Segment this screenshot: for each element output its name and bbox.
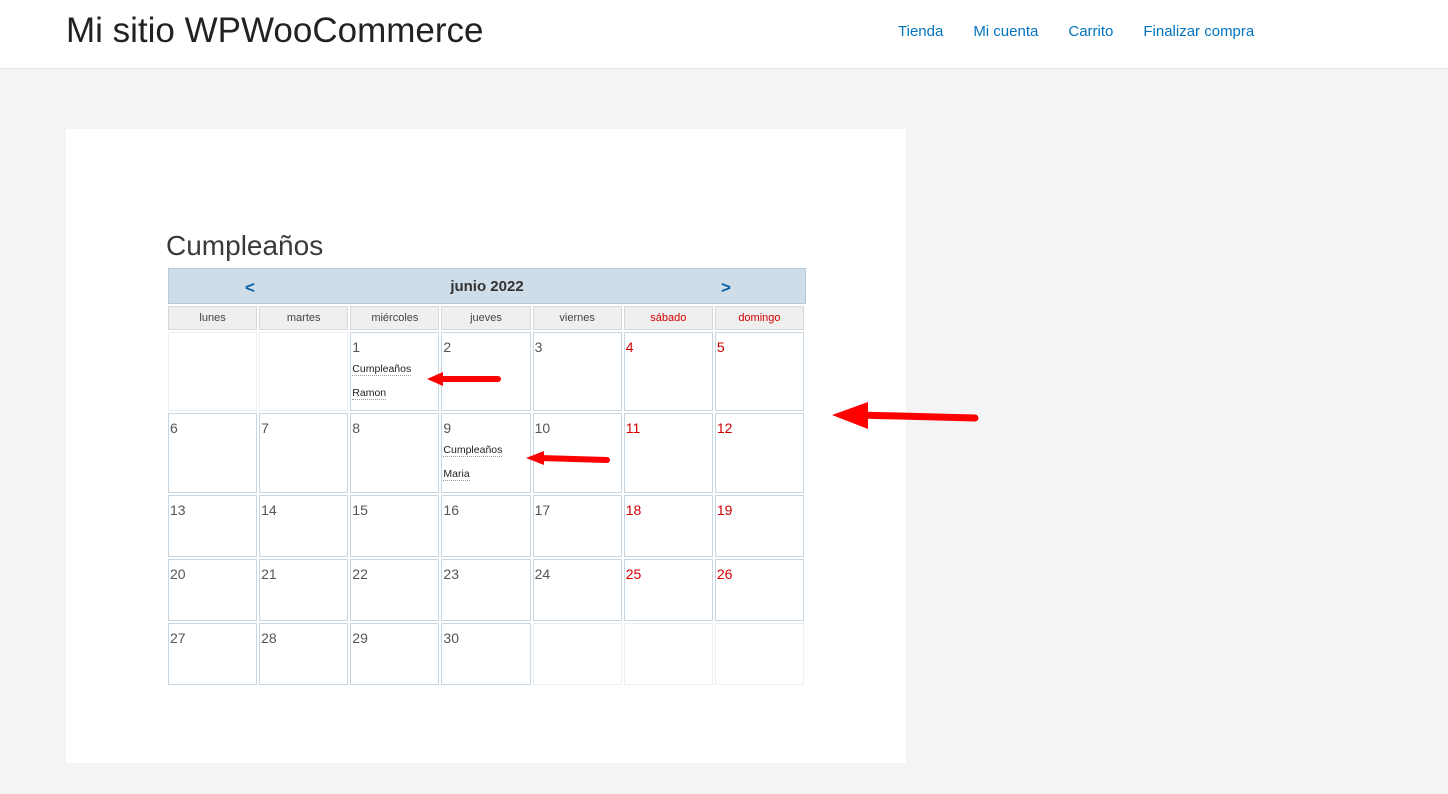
site-title[interactable]: Mi sitio WPWooCommerce: [66, 11, 483, 51]
day-number: 18: [625, 502, 642, 518]
weekday-header: viernes: [532, 306, 622, 330]
calendar-week-row: 27 28 29 30: [168, 623, 804, 685]
day-number: 13: [170, 502, 186, 518]
day-number: 21: [261, 566, 277, 582]
weekday-header: lunes: [168, 306, 258, 330]
day-cell: 30: [441, 623, 531, 685]
day-cell: 18: [623, 495, 713, 557]
calendar-week-row: 6 7 8 9 Cumpleaños Maria 10 11 12: [168, 413, 804, 493]
nav-tienda[interactable]: Tienda: [898, 23, 943, 43]
day-number: 11: [625, 420, 641, 436]
day-cell: 27: [168, 623, 258, 685]
day-number: 1: [352, 339, 361, 355]
day-number: 3: [534, 339, 543, 355]
weekday-header: miércoles: [350, 306, 440, 330]
day-cell: 11: [623, 413, 713, 493]
day-number: 7: [261, 420, 269, 436]
day-number: 12: [716, 420, 733, 436]
day-cell: 29: [350, 623, 440, 685]
empty-day-cell: [259, 332, 349, 411]
nav-carrito[interactable]: Carrito: [1068, 23, 1113, 43]
day-cell: 28: [259, 623, 349, 685]
day-cell: 3: [532, 332, 622, 411]
day-number: 25: [625, 566, 642, 582]
day-number: 26: [716, 566, 733, 582]
annotation-arrow-icon: [526, 451, 610, 465]
weekday-row: lunes martes miércoles jueves viernes sá…: [168, 306, 804, 330]
day-number: 4: [625, 339, 634, 355]
annotation-arrow-icon: [427, 372, 501, 386]
calendar-grid: lunes martes miércoles jueves viernes sá…: [166, 304, 806, 687]
day-cell: 5: [714, 332, 804, 411]
weekday-header: sábado: [623, 306, 713, 330]
empty-day-cell: [623, 623, 713, 685]
day-number: 29: [352, 630, 368, 646]
day-number: 17: [534, 502, 551, 518]
calendar-week-row: 13 14 15 16 17 18 19: [168, 495, 804, 557]
day-number: 14: [261, 502, 277, 518]
calendar-month: junio 2022: [450, 278, 524, 295]
day-cell: 15: [350, 495, 440, 557]
day-cell: 12: [714, 413, 804, 493]
calendar-week-row: 20 21 22 23 24 25 26: [168, 559, 804, 621]
day-cell: 8: [350, 413, 440, 493]
weekday-header: jueves: [441, 306, 531, 330]
day-cell: 20: [168, 559, 258, 621]
day-number: 28: [261, 630, 277, 646]
empty-day-cell: [714, 623, 804, 685]
day-cell: 14: [259, 495, 349, 557]
content-card: Cumpleaños junio 2022 < > lunes martes m…: [66, 129, 906, 763]
day-number: 19: [716, 502, 733, 518]
day-cell: 13: [168, 495, 258, 557]
day-number: 30: [443, 630, 459, 646]
day-number: 22: [352, 566, 368, 582]
nav-finalizar-compra[interactable]: Finalizar compra: [1143, 23, 1254, 43]
day-number: 10: [534, 420, 551, 436]
page-title: Cumpleaños: [166, 229, 324, 261]
day-number: 16: [443, 502, 459, 518]
day-cell: 21: [259, 559, 349, 621]
day-cell: 7: [259, 413, 349, 493]
day-number: 5: [716, 339, 725, 355]
empty-day-cell: [532, 623, 622, 685]
day-cell: 26: [714, 559, 804, 621]
day-number: 15: [352, 502, 368, 518]
day-cell: 6: [168, 413, 258, 493]
calendar-header: junio 2022 < >: [168, 268, 806, 304]
day-number: 27: [170, 630, 186, 646]
calendar: junio 2022 < > lunes martes miércoles ju…: [166, 268, 806, 687]
day-cell: 19: [714, 495, 804, 557]
weekday-header: martes: [259, 306, 349, 330]
event-link[interactable]: Cumpleaños: [443, 440, 529, 460]
day-cell: 9 Cumpleaños Maria: [441, 413, 531, 493]
site-header: Mi sitio WPWooCommerce Tienda Mi cuenta …: [0, 0, 1448, 69]
main-nav: Tienda Mi cuenta Carrito Finalizar compr…: [898, 23, 1284, 43]
day-number: 24: [534, 566, 551, 582]
day-cell: 22: [350, 559, 440, 621]
annotation-arrow-icon: [832, 402, 979, 429]
nav-mi-cuenta[interactable]: Mi cuenta: [973, 23, 1038, 43]
event-link[interactable]: Maria: [443, 464, 529, 484]
day-cell: 23: [441, 559, 531, 621]
day-number: 6: [170, 420, 178, 436]
day-cell: 17: [532, 495, 622, 557]
day-cell: 24: [532, 559, 622, 621]
day-cell: 4: [623, 332, 713, 411]
day-number: 2: [443, 339, 452, 355]
empty-day-cell: [168, 332, 258, 411]
day-number: 9: [443, 420, 452, 436]
day-number: 23: [443, 566, 459, 582]
next-month-button[interactable]: >: [721, 278, 731, 298]
day-number: 20: [170, 566, 186, 582]
day-cell: 16: [441, 495, 531, 557]
weekday-header: domingo: [714, 306, 804, 330]
prev-month-button[interactable]: <: [245, 278, 255, 298]
day-cell: 25: [623, 559, 713, 621]
day-number: 8: [352, 420, 361, 436]
